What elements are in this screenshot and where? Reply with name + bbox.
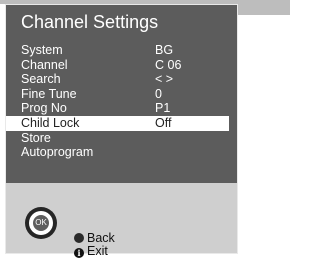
menu-item-label: Child Lock bbox=[21, 115, 80, 130]
menu-item-store[interactable]: Store bbox=[6, 131, 237, 146]
exit-label: Exit bbox=[87, 244, 108, 258]
menu-item-search[interactable]: Search < > bbox=[6, 72, 237, 87]
menu-item-channel[interactable]: Channel C 06 bbox=[6, 58, 237, 73]
menu-item-value: P1 bbox=[155, 101, 171, 116]
menu-item-label: System bbox=[21, 43, 63, 57]
menu-item-value: Off bbox=[155, 115, 172, 130]
menu-item-label: Prog No bbox=[21, 101, 67, 116]
menu-item-child-lock[interactable]: Child Lock Off bbox=[6, 115, 229, 131]
menu-item-value: 0 bbox=[155, 86, 162, 101]
menu-list: System BG Channel C 06 Search < > Fine T… bbox=[6, 43, 237, 160]
exit-hint: i Exit bbox=[74, 245, 108, 258]
menu-item-label: Fine Tune bbox=[21, 86, 77, 101]
menu-item-label: Autoprogram bbox=[21, 145, 94, 160]
page-tab-decoration bbox=[238, 4, 290, 15]
menu-title: Channel Settings bbox=[21, 12, 159, 32]
menu-item-label: Channel bbox=[21, 57, 68, 72]
channel-settings-menu: Channel Settings System BG Channel C 06 … bbox=[6, 5, 237, 183]
back-dot-icon bbox=[74, 233, 84, 243]
ok-button[interactable]: OK bbox=[33, 215, 49, 231]
menu-item-prog-no[interactable]: Prog No P1 bbox=[6, 101, 237, 116]
navigation-ring-icon[interactable]: OK bbox=[25, 207, 57, 239]
remote-control-hint: OK Back i Exit bbox=[6, 183, 237, 258]
menu-item-label: Store bbox=[21, 130, 51, 145]
menu-item-label: Search bbox=[21, 72, 61, 87]
menu-item-fine-tune[interactable]: Fine Tune 0 bbox=[6, 87, 237, 102]
menu-item-value: < > bbox=[155, 72, 174, 87]
back-label: Back bbox=[87, 231, 115, 245]
tv-screen: Channel Settings System BG Channel C 06 … bbox=[5, 4, 238, 258]
menu-item-autoprogram[interactable]: Autoprogram bbox=[6, 145, 237, 160]
menu-item-system[interactable]: System BG bbox=[6, 43, 237, 58]
menu-item-value: C 06 bbox=[155, 57, 182, 72]
menu-item-value: BG bbox=[155, 43, 174, 57]
